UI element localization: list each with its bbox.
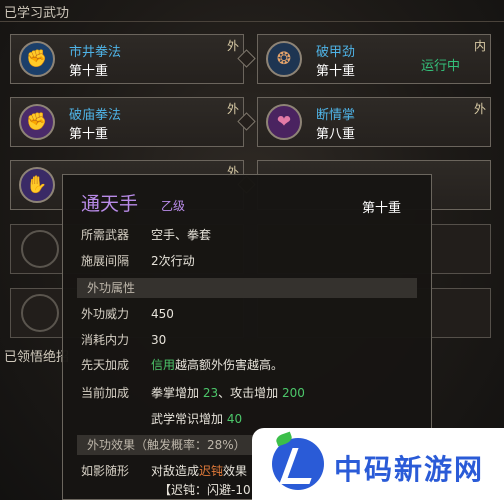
effect-row: 如影随形 对敌造成迟钝效果 [81, 461, 247, 481]
skill-card-pojia[interactable]: ❂ 破甲劲 第十重 内 运行中 [257, 34, 491, 84]
section-divider [0, 21, 504, 22]
innate-label: 先天加成 [81, 358, 130, 372]
weapon-label: 所需武器 [81, 228, 130, 242]
current-bonus-row-2: 武学常识增加 40 [151, 409, 242, 429]
tooltip-skill-level: 第十重 [361, 201, 401, 216]
bonus-text: 拳掌增加 [151, 386, 200, 400]
effect-label: 如影随形 [81, 464, 130, 478]
watermark-text: 中码新游网 [334, 453, 485, 486]
interval-label: 施展间隔 [81, 254, 130, 268]
skill-type-tag: 内 [473, 39, 486, 53]
skill-name: 断情掌 [316, 108, 356, 123]
effect-keyword: 迟钝 [199, 464, 224, 478]
power-value: 450 [151, 307, 174, 321]
skill-name: 市井拳法 [69, 45, 122, 60]
effect-row-2: 【迟钝：闪避-10 [159, 483, 251, 497]
weapon-row: 所需武器 空手、拳套 [81, 225, 211, 245]
hand-icon: ✋ [19, 167, 55, 203]
current-label: 当前加成 [81, 386, 130, 400]
cost-value: 30 [151, 333, 167, 347]
cost-label: 消耗内力 [81, 333, 130, 347]
status-running: 运行中 [420, 59, 460, 74]
bonus-value: 40 [226, 412, 243, 426]
skill-name: 破庙拳法 [69, 108, 122, 123]
skill-type-tag: 外 [226, 39, 239, 53]
empty-slot-circle [21, 230, 59, 268]
tooltip-skill-name: 通天手 [81, 193, 139, 215]
punch-icon: ✊ [19, 104, 55, 140]
skill-name: 破甲劲 [316, 45, 356, 60]
skill-type-tag: 外 [226, 102, 239, 116]
interval-value: 2次行动 [151, 254, 195, 268]
effect-text: 对敌造成 [151, 464, 200, 478]
skill-level: 第十重 [69, 127, 109, 142]
tooltip-skill-grade: 乙级 [161, 199, 186, 213]
innate-row: 先天加成 信用越高额外伤害越高。 [81, 355, 283, 375]
section-title-unique-moves: 已领悟绝招 [4, 350, 70, 365]
skill-card-shijing[interactable]: ✊ 市井拳法 第十重 外 [10, 34, 244, 84]
skill-type-tag: 外 [473, 102, 486, 116]
empty-slot-circle [21, 294, 59, 332]
attribute-header: 外功属性 [77, 278, 417, 298]
power-label: 外功威力 [81, 307, 130, 321]
power-row: 外功威力 450 [81, 304, 174, 324]
bonus-value: 23 [202, 386, 219, 400]
skill-level: 第八重 [316, 127, 356, 142]
paw-icon: ❂ [266, 41, 302, 77]
effect-text: 效果 [223, 464, 248, 478]
fist-icon: ✊ [19, 41, 55, 77]
bonus-text: 、攻击增加 [218, 386, 279, 400]
weapon-value: 空手、拳套 [151, 228, 212, 242]
bonus-text: 武学常识增加 [151, 412, 224, 426]
innate-keyword: 信用 [151, 358, 176, 372]
interval-row: 施展间隔 2次行动 [81, 251, 195, 271]
current-bonus-row: 当前加成 拳掌增加 23、攻击增加 200 [81, 383, 305, 403]
bonus-value: 200 [281, 386, 305, 400]
heart-icon: ❤ [266, 104, 302, 140]
innate-desc: 越高额外伤害越高。 [175, 358, 284, 372]
skill-card-pomiao[interactable]: ✊ 破庙拳法 第十重 外 [10, 97, 244, 147]
skill-level: 第十重 [316, 64, 356, 79]
skill-card-duanqing[interactable]: ❤ 断情掌 第八重 外 [257, 97, 491, 147]
cost-row: 消耗内力 30 [81, 330, 166, 350]
section-title: 已学习武功 [4, 6, 70, 21]
skill-level: 第十重 [69, 64, 109, 79]
